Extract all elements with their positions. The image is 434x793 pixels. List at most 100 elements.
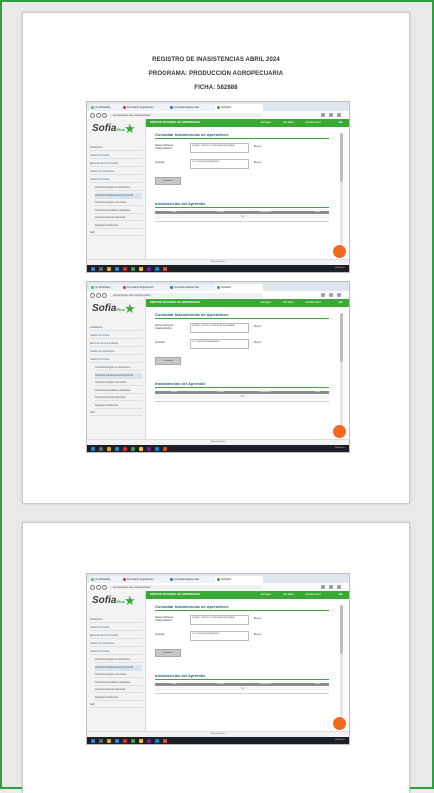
browser-tab[interactable]: Consulta Inasistencias [168,284,219,291]
sidebar-item[interactable]: Salir [90,410,142,416]
topbar-item[interactable]: Mensajes [261,299,271,307]
sidebar-item[interactable]: Registrar Inasistencia [95,403,142,409]
browser-tab[interactable]: Sofiaplus [215,576,263,583]
app-icon[interactable] [163,266,167,271]
ficha-lookup-button[interactable]: Buscar [254,616,266,621]
app-icon[interactable] [123,446,127,451]
browser-tab[interactable]: (1) WhatsApp [89,104,125,111]
browser-tab[interactable]: (1) WhatsApp [89,284,125,291]
sidebar-item[interactable]: Consultar Novedades reportadas [95,208,142,214]
start-icon[interactable] [91,446,95,451]
sidebar-item[interactable]: Registrar Inasistencia [95,223,142,229]
scrollbar[interactable] [340,133,343,256]
bookmark-icon[interactable] [321,113,325,117]
app-icon[interactable] [131,266,135,271]
ficha-field[interactable]: 582888 - PRODUCCION AGROPECUARIA [190,615,249,625]
sidebar-item[interactable]: Salir [90,230,142,236]
sidebar-item[interactable]: Gestión de Títulos [90,177,142,183]
reload-icon[interactable] [102,293,107,298]
sidebar-item[interactable]: Consultar Novedades reportadas [95,680,142,686]
extensions-icon[interactable] [329,585,333,589]
browser-tab[interactable]: Formulario Seguimiento [121,576,172,583]
scrollbar-thumb[interactable] [340,313,343,363]
app-icon[interactable] [147,738,151,743]
sidebar-item[interactable]: Consultar Registro por Fichas [95,200,142,206]
scrollbar[interactable] [340,605,343,728]
chat-bubble-icon[interactable] [333,717,346,730]
search-icon[interactable] [99,738,103,743]
sidebar-item[interactable]: Salir [90,702,142,708]
sidebar-item[interactable]: Ejecución de la Formación [90,633,142,639]
aprendiz-lookup-button[interactable]: Buscar [254,632,266,637]
app-icon[interactable] [155,738,159,743]
sidebar-item[interactable]: Ejecución de la Formación [90,161,142,167]
scrollbar-thumb[interactable] [340,605,343,655]
sidebar-item[interactable]: Indicadores [90,145,142,151]
topbar-item[interactable]: Cambiar Clave [305,119,321,127]
sidebar-item[interactable]: Ejecución de la Formación [90,341,142,347]
aprendiz-field[interactable]: CC 1234567890 APRENDIZ [190,159,249,169]
topbar-item[interactable]: Mis Datos [283,591,294,599]
folder-icon[interactable] [107,738,111,743]
url-input[interactable]: senasofiaplus.edu.co/sofia-public/ [109,292,263,298]
topbar-item[interactable]: Salir [338,119,343,127]
sidebar-item[interactable]: Gestión de Aprendices [90,349,142,355]
app-icon[interactable] [147,266,151,271]
chrome-icon[interactable] [139,738,143,743]
consultar-button[interactable]: Consultar [155,177,181,185]
reload-icon[interactable] [102,585,107,590]
edge-icon[interactable] [115,446,119,451]
app-icon[interactable] [147,446,151,451]
bookmark-icon[interactable] [321,585,325,589]
sidebar-item[interactable]: Gestión de Aprendices [90,641,142,647]
sidebar-item[interactable]: Gestión Curricular [90,333,142,339]
topbar-item[interactable]: Salir [338,299,343,307]
chrome-icon[interactable] [139,266,143,271]
browser-tab[interactable]: Sofiaplus [215,284,263,291]
aprendiz-lookup-button[interactable]: Buscar [254,160,266,165]
forward-icon[interactable] [96,293,101,298]
app-icon[interactable] [163,738,167,743]
ver-link[interactable]: Ver [241,215,244,219]
search-icon[interactable] [99,446,103,451]
sidebar-item[interactable]: Consultar Inasistencias de Aprendiz [95,664,142,671]
extensions-icon[interactable] [329,113,333,117]
topbar-item[interactable]: Mis Datos [283,119,294,127]
url-input[interactable]: senasofiaplus.edu.co/sofia-public/ [109,112,263,118]
ficha-field[interactable]: 582888 - PRODUCCION AGROPECUARIA [190,323,249,333]
sidebar-item[interactable]: Gestión de Títulos [90,649,142,655]
extensions-icon[interactable] [329,293,333,297]
aprendiz-field[interactable]: CC 1234567890 APRENDIZ [190,631,249,641]
sidebar-item[interactable]: Consultar Inasistencias de Aprendiz [95,372,142,379]
url-input[interactable]: senasofiaplus.edu.co/sofia-public/ [109,584,263,590]
edge-icon[interactable] [115,738,119,743]
browser-tab[interactable]: Formulario Seguimiento [121,104,172,111]
sidebar-item[interactable]: Registrar Inasistencia [95,695,142,701]
ficha-lookup-button[interactable]: Buscar [254,324,266,329]
back-icon[interactable] [90,293,95,298]
app-icon[interactable] [131,446,135,451]
topbar-item[interactable]: Mis Datos [283,299,294,307]
start-icon[interactable] [91,266,95,271]
app-icon[interactable] [123,738,127,743]
sidebar-item[interactable]: Indicadores [90,325,142,331]
browser-tab[interactable]: Consulta Inasistencias [168,576,219,583]
sidebar-item[interactable]: Consultar Novedades reportadas [95,388,142,394]
scrollbar[interactable] [340,313,343,436]
profile-icon[interactable] [337,293,341,297]
topbar-item[interactable]: Mensajes [261,591,271,599]
profile-icon[interactable] [337,585,341,589]
folder-icon[interactable] [107,266,111,271]
app-icon[interactable] [155,266,159,271]
start-icon[interactable] [91,738,95,743]
aprendiz-field[interactable]: CC 1234567890 APRENDIZ [190,339,249,349]
back-icon[interactable] [90,585,95,590]
chrome-icon[interactable] [139,446,143,451]
reload-icon[interactable] [102,113,107,118]
sidebar-item[interactable]: Consultar Inasistencias de Aprendiz [95,192,142,199]
browser-tab[interactable]: Consulta Inasistencias [168,104,219,111]
edge-icon[interactable] [115,266,119,271]
app-icon[interactable] [163,446,167,451]
sidebar-item[interactable]: Gestión Curricular [90,153,142,159]
sidebar-item[interactable]: Consultar Novedad Aprendiz [95,687,142,693]
